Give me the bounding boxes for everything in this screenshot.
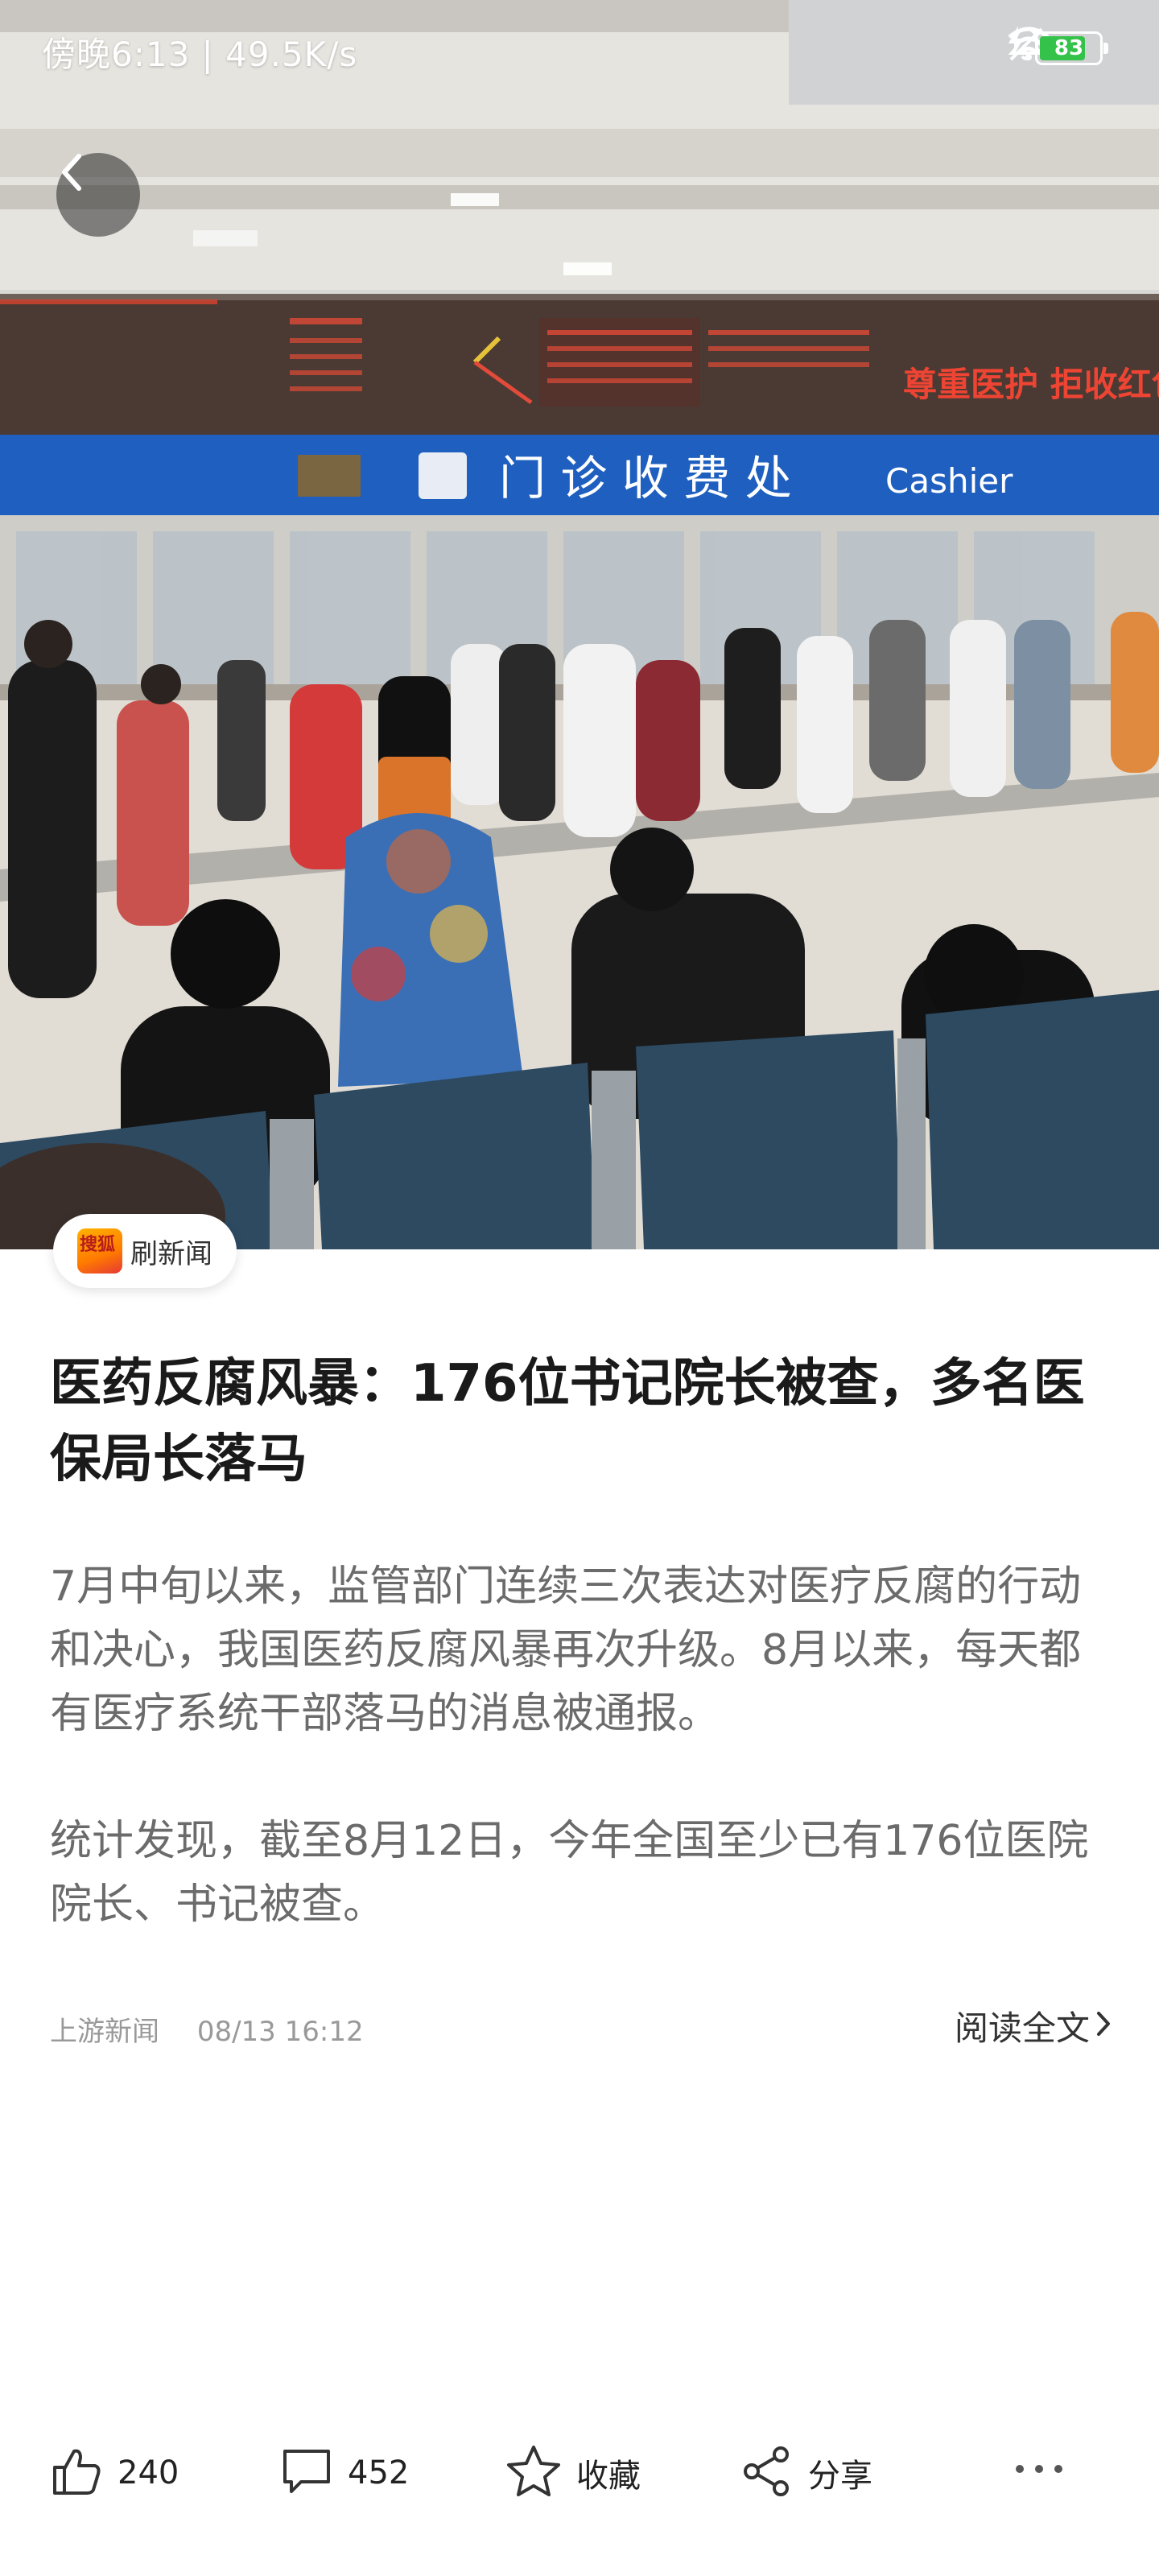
- publish-datetime: 08/13 16:12: [196, 2016, 364, 2048]
- like-count: 240: [118, 2454, 179, 2491]
- favorite-button[interactable]: 收藏: [505, 2431, 641, 2515]
- hero-image: 尊重医护 拒收红包 门 诊 收 费 处 Cashier 傍晚6:13 | 49.…: [0, 0, 1159, 1249]
- back-button[interactable]: [56, 153, 140, 237]
- comment-icon: [280, 2445, 333, 2501]
- summary-paragraph-2: 统计发现，截至8月12日，今年全国至少已有176位医院院长、书记被查。: [50, 1817, 1089, 1929]
- more-options-icon[interactable]: [1016, 2465, 1062, 2473]
- share-label: 分享: [808, 2458, 872, 2495]
- like-button[interactable]: 240: [50, 2431, 179, 2515]
- status-bar: 傍晚6:13 | 49.5K/s 83: [0, 0, 1159, 97]
- battery-level: 83: [1054, 36, 1084, 60]
- article-summary[interactable]: 7月中旬以来，监管部门连续三次表达对医疗反腐的行动和决心，我国医药反腐风暴再次升…: [50, 1555, 1112, 1937]
- led-text-right: 尊重医护 拒收红包: [903, 365, 1159, 404]
- comment-button[interactable]: 452: [280, 2431, 409, 2515]
- share-icon: [740, 2445, 794, 2501]
- chevron-right-icon: [1095, 2006, 1112, 2046]
- battery-icon: 83: [1035, 31, 1108, 65]
- favorite-label: 收藏: [576, 2458, 641, 2495]
- source-logo: 搜狐: [77, 1228, 122, 1274]
- source-chip[interactable]: 搜狐 刷新闻: [53, 1214, 237, 1288]
- article-meta: 上游新闻 08/13 16:12: [50, 2009, 364, 2049]
- publisher-name: 上游新闻: [50, 2016, 159, 2048]
- share-button[interactable]: 分享: [740, 2431, 872, 2515]
- sign-text-en: Cashier: [885, 461, 1013, 501]
- thumbs-up-icon: [50, 2445, 103, 2501]
- bottom-action-bar: 240 452 收藏 分享: [0, 2431, 1159, 2515]
- source-name: 刷新闻: [130, 1237, 212, 1270]
- comment-count: 452: [348, 2454, 410, 2491]
- read-full-link[interactable]: 阅读全文: [955, 2001, 1112, 2050]
- sign-text: 门 诊 收 费 处: [499, 451, 792, 506]
- status-time-speed: 傍晚6:13 | 49.5K/s: [42, 35, 358, 74]
- summary-paragraph-1: 7月中旬以来，监管部门连续三次表达对医疗反腐的行动和决心，我国医药反腐风暴再次升…: [50, 1563, 1082, 1738]
- star-icon: [505, 2444, 562, 2502]
- read-full-label: 阅读全文: [954, 2008, 1090, 2048]
- article-title: 医药反腐风暴：176位书记院长被查，多名医保局长落马: [50, 1354, 1085, 1489]
- hospital-cashier-hall-photo: 尊重医护 拒收红包 门 诊 收 费 处 Cashier: [0, 0, 1159, 1249]
